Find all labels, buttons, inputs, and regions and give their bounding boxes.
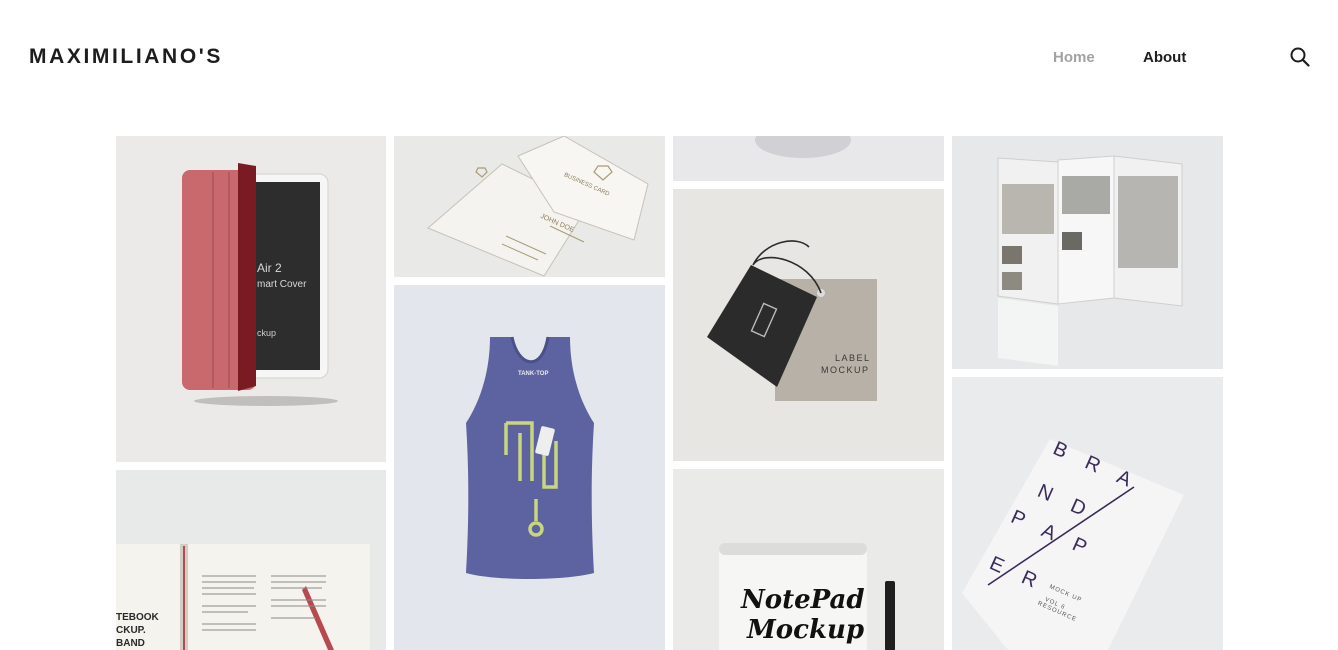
ipad-subtitle: mart Cover [257, 279, 307, 290]
search-icon[interactable] [1289, 46, 1311, 68]
partial-mockup-tile[interactable] [673, 136, 944, 181]
label-title: LABEL [835, 353, 871, 363]
notebook-mockup-tile[interactable]: TEBOOK CKUP. BAND [116, 470, 386, 650]
site-logo[interactable]: MAXIMILIANO'S [29, 45, 223, 69]
label-mockup-tile[interactable]: LABEL MOCKUP [673, 189, 944, 461]
ipad-title: Air 2 [257, 261, 282, 275]
ipad-caption: ckup [257, 328, 277, 338]
tank-top-tile[interactable]: TANK-TOP [394, 285, 665, 650]
nav-about[interactable]: About [1143, 49, 1186, 66]
tank-top-neck-tag: TANK-TOP [518, 371, 549, 377]
site-header: MAXIMILIANO'S Home About [0, 0, 1338, 116]
app-screens-tile[interactable] [952, 136, 1223, 369]
ipad-mockup-tile[interactable]: Air 2 mart Cover ckup [116, 136, 386, 462]
business-card-tile[interactable]: BUSINESS CARD JOHN DOE [394, 136, 665, 277]
notebook-title: TEBOOK [116, 612, 159, 623]
notepad-subtitle: Mockup [747, 615, 865, 645]
label-subtitle: MOCKUP [821, 365, 870, 375]
notebook-brand: BAND [116, 638, 145, 649]
brand-paper-tile[interactable]: B R A N D P A P E R MOCK UP VOL 6 RESOUR… [952, 377, 1223, 650]
nav-home[interactable]: Home [1053, 49, 1095, 66]
notebook-subtitle: CKUP. [116, 625, 146, 636]
notepad-mockup-tile[interactable]: NotePad Mockup [673, 469, 944, 650]
notepad-title: NotePad [741, 585, 865, 615]
